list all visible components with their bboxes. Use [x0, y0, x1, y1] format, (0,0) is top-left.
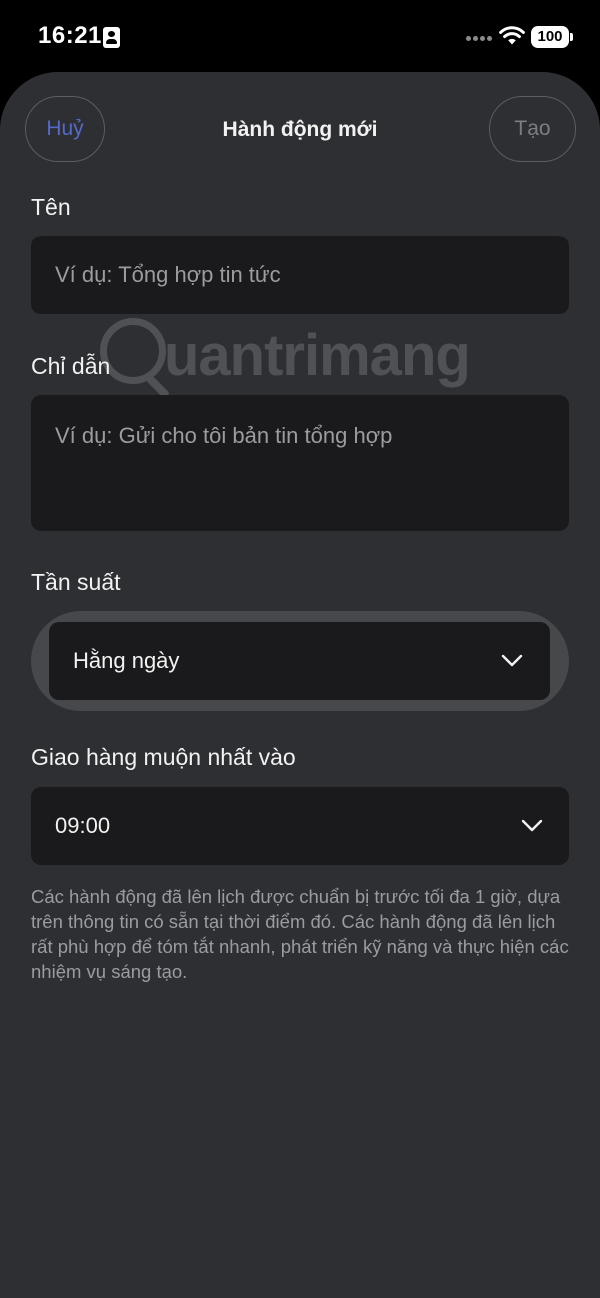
name-placeholder: Ví dụ: Tổng hợp tin tức: [55, 262, 281, 287]
id-card-icon: [103, 27, 120, 48]
scheduling-note: Các hành động đã lên lịch được chuẩn bị …: [31, 886, 569, 982]
frequency-select[interactable]: Hằng ngày: [49, 622, 550, 700]
signal-dots-icon: [466, 36, 492, 42]
battery-icon: 100: [531, 26, 573, 48]
wifi-icon: [499, 26, 525, 45]
chevron-down-icon: [521, 819, 543, 832]
frequency-select-focus-ring: Hằng ngày: [31, 611, 569, 711]
name-label: Tên: [31, 194, 71, 220]
delivery-time-value: 09:00: [55, 813, 111, 838]
frequency-value: Hằng ngày: [73, 648, 180, 673]
name-input[interactable]: Ví dụ: Tổng hợp tin tức: [31, 236, 569, 314]
new-action-sheet: Huỷ Hành động mới Tạo Tên Ví dụ: Tổng hợ…: [0, 72, 600, 1298]
delivery-label: Giao hàng muộn nhất vào: [31, 744, 296, 770]
status-bar: 16:21 100: [0, 0, 600, 76]
watermark-text: uantrimang: [164, 323, 471, 388]
status-time: 16:21: [38, 22, 102, 49]
chevron-down-icon: [501, 654, 523, 667]
create-button[interactable]: Tạo: [489, 96, 576, 162]
frequency-label: Tần suất: [31, 569, 121, 595]
instructions-textarea[interactable]: Ví dụ: Gửi cho tôi bản tin tổng hợp: [31, 395, 569, 531]
instructions-placeholder: Ví dụ: Gửi cho tôi bản tin tổng hợp: [55, 423, 393, 448]
delivery-time-select[interactable]: 09:00: [31, 787, 569, 865]
instructions-label: Chỉ dẫn: [31, 353, 111, 379]
